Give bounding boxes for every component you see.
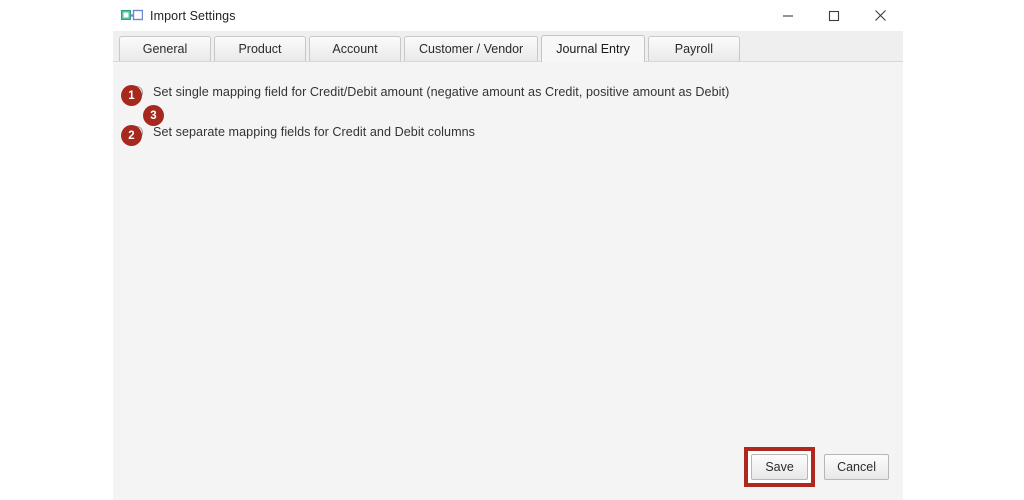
tab-payroll[interactable]: Payroll <box>647 36 740 61</box>
maximize-icon <box>828 10 840 22</box>
import-settings-icon <box>121 8 144 24</box>
tab-journal-entry[interactable]: Journal Entry <box>541 35 645 62</box>
tab-label: Customer / Vendor <box>419 42 524 56</box>
title-bar: Import Settings <box>113 0 903 31</box>
option-label: Set single mapping field for Credit/Debi… <box>153 85 730 99</box>
minimize-icon <box>782 10 794 22</box>
tab-general[interactable]: General <box>119 36 211 61</box>
tab-label: Product <box>238 42 282 56</box>
save-button-highlight: Save <box>744 447 816 487</box>
close-button[interactable] <box>857 0 903 31</box>
cancel-button[interactable]: Cancel <box>824 454 889 480</box>
minimize-button[interactable] <box>765 0 811 31</box>
tab-label: Account <box>332 42 378 56</box>
tab-label: Payroll <box>674 42 713 56</box>
journal-entry-panel: Set single mapping field for Credit/Debi… <box>113 62 903 500</box>
save-button[interactable]: Save <box>751 454 809 480</box>
annotation-badge-3: 3 <box>143 105 164 126</box>
tab-label: General <box>142 42 188 56</box>
window-title: Import Settings <box>150 8 236 23</box>
window-controls <box>765 0 903 31</box>
tab-account[interactable]: Account <box>309 36 401 61</box>
dialog-footer: Save Cancel <box>744 447 889 487</box>
option-label: Set separate mapping fields for Credit a… <box>153 125 476 139</box>
annotation-badge-2: 2 <box>121 125 142 146</box>
option-separate-mapping-fields[interactable]: Set separate mapping fields for Credit a… <box>113 121 903 143</box>
tab-customer-vendor[interactable]: Customer / Vendor <box>404 36 539 61</box>
tab-product[interactable]: Product <box>214 36 306 61</box>
close-icon <box>874 9 887 22</box>
tab-strip: General Product Account Customer / Vendo… <box>113 31 903 62</box>
tab-label: Journal Entry <box>556 42 630 56</box>
import-settings-dialog: Import Settings General Product Account … <box>113 0 903 500</box>
maximize-button[interactable] <box>811 0 857 31</box>
annotation-badge-1: 1 <box>121 85 142 106</box>
option-single-mapping-field[interactable]: Set single mapping field for Credit/Debi… <box>113 81 903 103</box>
